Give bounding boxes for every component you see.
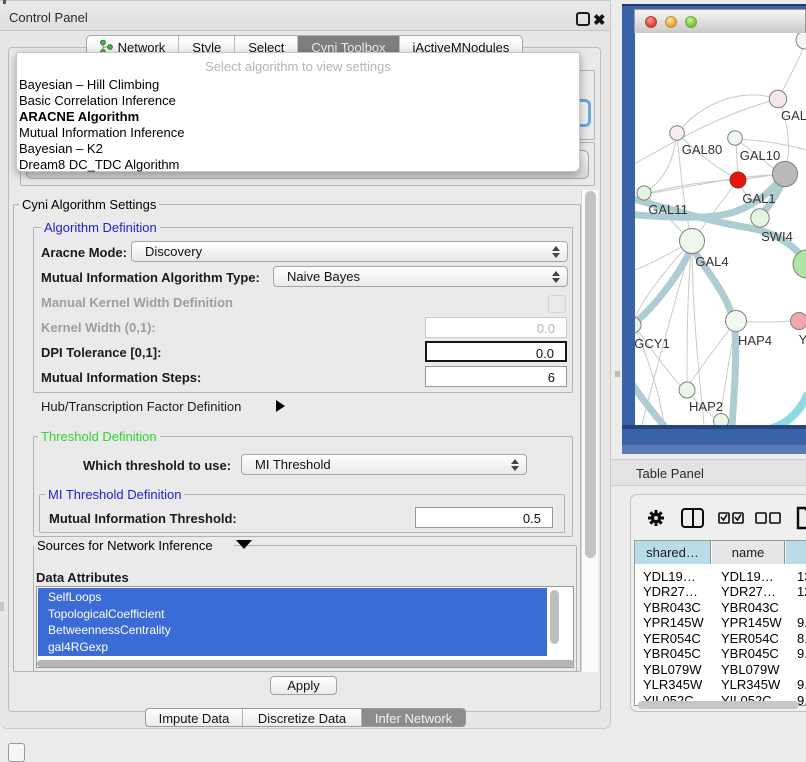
svg-text:GCY1: GCY1 [635,336,670,351]
svg-text:GAL11: GAL11 [648,202,688,217]
svg-text:Y: Y [799,332,806,347]
svg-text:GAL10: GAL10 [740,148,780,163]
svg-text:GAL1: GAL1 [742,191,775,206]
svg-text:HAP2: HAP2 [689,399,723,414]
svg-text:GAL: GAL [781,108,806,123]
svg-text:SWI4: SWI4 [761,229,793,244]
svg-text:HAP4: HAP4 [738,333,772,348]
svg-text:GAL80: GAL80 [682,142,722,157]
svg-text:GAL4: GAL4 [695,254,728,269]
